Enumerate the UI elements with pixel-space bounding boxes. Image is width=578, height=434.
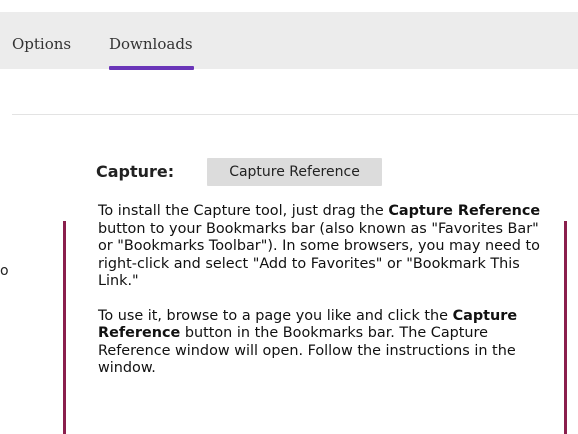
truncated-left-text: o (0, 263, 9, 279)
left-accent-bar (63, 221, 66, 434)
tab-options[interactable]: Options (12, 34, 71, 54)
right-accent-bar (564, 221, 567, 434)
capture-instructions: To install the Capture tool, just drag t… (98, 203, 554, 378)
active-tab-indicator (109, 66, 194, 70)
tab-downloads[interactable]: Downloads (109, 34, 193, 54)
section-divider (12, 114, 578, 115)
capture-reference-button[interactable]: Capture Reference (207, 158, 382, 186)
usage-instructions: To use it, browse to a page you like and… (98, 308, 554, 378)
usage-text-start: To use it, browse to a page you like and… (98, 307, 453, 324)
install-instructions: To install the Capture tool, just drag t… (98, 203, 554, 291)
install-text-start: To install the Capture tool, just drag t… (98, 203, 389, 219)
downloads-page: Options Downloads Capture: Capture Refer… (0, 0, 578, 434)
install-capture-reference-bold: Capture Reference (388, 203, 541, 219)
capture-label: Capture: (96, 162, 175, 181)
tab-bar: Options Downloads (0, 12, 578, 69)
install-text-end: button to your Bookmarks bar (also known… (98, 220, 540, 290)
